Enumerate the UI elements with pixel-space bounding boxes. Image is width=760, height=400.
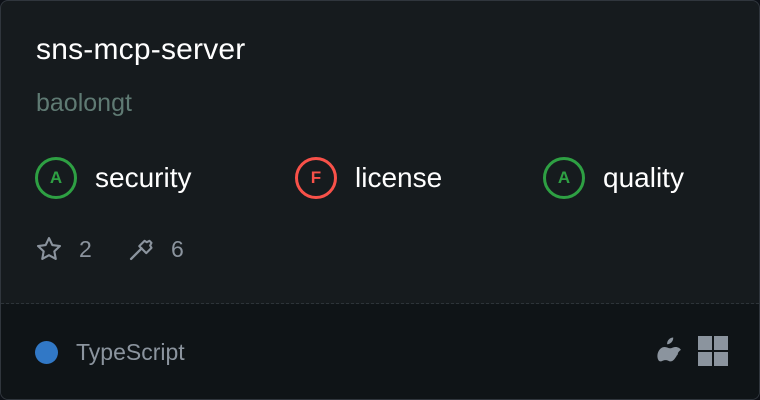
server-card[interactable]: sns-mcp-server baolongt A security F lic… bbox=[0, 0, 760, 400]
stars-count: 2 bbox=[79, 235, 92, 262]
security-label: security bbox=[95, 162, 192, 193]
apple-icon bbox=[656, 336, 682, 371]
tools-stat: 6 bbox=[127, 233, 184, 265]
language-indicator: TypeScript bbox=[35, 339, 185, 365]
hammer-icon bbox=[127, 235, 155, 263]
license-score: F license bbox=[295, 155, 442, 201]
server-author[interactable]: baolongt bbox=[36, 89, 132, 118]
license-grade-badge: F bbox=[295, 157, 337, 199]
server-name[interactable]: sns-mcp-server bbox=[36, 33, 246, 67]
quality-score: A quality bbox=[543, 155, 684, 201]
windows-icon bbox=[698, 336, 728, 371]
quality-label: quality bbox=[603, 162, 684, 193]
language-name: TypeScript bbox=[76, 338, 185, 365]
security-score: A security bbox=[35, 155, 191, 201]
stars-stat: 2 bbox=[35, 233, 92, 265]
license-label: license bbox=[355, 162, 443, 193]
quality-grade-badge: A bbox=[543, 157, 585, 199]
star-icon bbox=[35, 235, 63, 263]
tools-count: 6 bbox=[171, 235, 184, 262]
language-color-dot bbox=[35, 340, 58, 364]
card-body: sns-mcp-server baolongt A security F lic… bbox=[1, 1, 759, 303]
security-grade-badge: A bbox=[35, 157, 77, 199]
card-footer: TypeScript bbox=[1, 304, 759, 399]
